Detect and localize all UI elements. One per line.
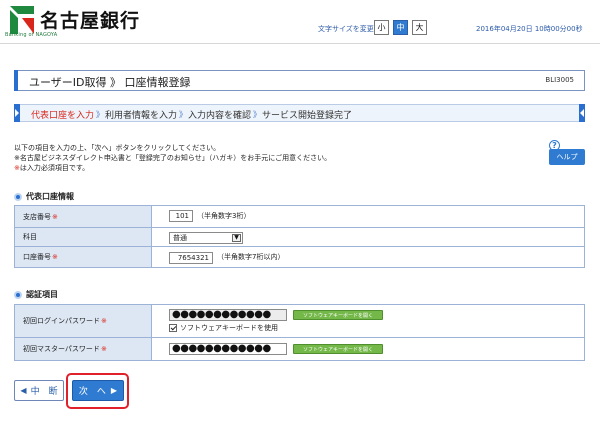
branch-value-cell: 101 （半角数字3桁） [153, 206, 584, 227]
subject-value-cell: 普通 ▼ [153, 228, 584, 246]
required-mark: ※ [52, 212, 58, 221]
chevron-down-icon[interactable]: ▼ [232, 234, 241, 242]
font-size-small-button[interactable]: 小 [374, 20, 389, 35]
branch-label: 支店番号 [23, 212, 51, 221]
account-section-title: 代表口座情報 [26, 192, 74, 201]
interrupt-button[interactable]: ◀ 中 断 [14, 380, 64, 401]
master-software-keyboard-button[interactable]: ソフトウェアキーボードを開く [293, 344, 383, 354]
chevron-left-icon: ◀ [20, 386, 27, 395]
required-mark: ※ [52, 253, 58, 261]
branch-hint: （半角数字3桁） [197, 212, 251, 220]
software-keyboard-checkbox[interactable]: ソフトウェアキーボードを使用 [169, 323, 278, 333]
account-number-row: 口座番号 ※ 7654321 （半角数字7桁以内） [15, 246, 584, 267]
subject-row: 科目 普通 ▼ [15, 227, 584, 246]
account-info-table: 支店番号 ※ 101 （半角数字3桁） 科目 普通 ▼ 口座番号 ※ 7654321… [14, 205, 585, 268]
step-3: 入力内容を確認 [188, 111, 252, 121]
login-password-input[interactable]: ●●●●●●●●●●●● [169, 309, 287, 321]
master-password-row: 初回マスターパスワード ※ ●●●●●●●●●●●● ソフトウェアキーボードを開く [15, 337, 584, 360]
login-password-label: 初回ログインパスワード [23, 317, 100, 325]
master-password-label: 初回マスターパスワード [23, 345, 100, 353]
steps-row: 代表口座を入力 》 利用者情報を入力 》 入力内容を確認 》 サービス開始登録完… [31, 108, 352, 121]
step-4: サービス開始登録完了 [262, 111, 353, 121]
font-size-medium-button[interactable]: 中 [393, 20, 408, 35]
account-number-hint: （半角数字7桁以内） [217, 253, 285, 261]
account-type-select[interactable]: 普通 ▼ [169, 232, 243, 244]
branch-number-input[interactable]: 101 [169, 210, 193, 222]
auth-info-table: 初回ログインパスワード ※ ●●●●●●●●●●●● ソフトウェアキーボードを開く… [14, 304, 585, 361]
required-mark: ※ [100, 345, 107, 353]
progress-steps: 代表口座を入力 》 利用者情報を入力 》 入力内容を確認 》 サービス開始登録完… [14, 104, 585, 122]
bank-name: 名古屋銀行 [40, 10, 141, 32]
next-button[interactable]: 次 へ ▶ [72, 380, 124, 401]
software-keyboard-checkbox-label: ソフトウェアキーボードを使用 [180, 324, 278, 332]
chevron-right-icon: ▶ [110, 386, 118, 395]
auth-section-title: 認証項目 [26, 290, 58, 299]
branch-row: 支店番号 ※ 101 （半角数字3桁） [15, 206, 584, 227]
page-title-bar: ユーザーID取得 》 口座情報登録 BLI3005 [14, 70, 585, 91]
interrupt-button-label: 中 断 [30, 387, 58, 397]
step-separator: 》 [253, 110, 261, 119]
master-password-label-cell: 初回マスターパスワード ※ [15, 338, 152, 360]
font-size-label: 文字サイズを変更 [318, 25, 374, 33]
section-bullet-icon [14, 192, 22, 201]
account-section-heading: 代表口座情報 [14, 191, 74, 202]
login-password-value-cell: ●●●●●●●●●●●● ソフトウェアキーボードを開く ソフトウェアキーボードを… [153, 305, 584, 337]
app-header: Banking of NAGOYA 名古屋銀行 文字サイズを変更 小 中 大 2… [0, 0, 600, 44]
current-datetime: 2016年04月20日 10時00分00秒 [476, 25, 583, 33]
page-title: ユーザーID取得 》 口座情報登録 [29, 76, 191, 89]
subject-label-cell: 科目 [15, 228, 152, 246]
step-1: 代表口座を入力 [31, 111, 95, 121]
next-button-label: 次 へ [78, 387, 106, 397]
step-2: 利用者情報を入力 [105, 111, 178, 121]
instruction-line-3: ※は入力必須項目です。 [14, 163, 331, 173]
help-button[interactable]: ヘルプ [549, 149, 585, 165]
auth-section-heading: 認証項目 [14, 289, 58, 300]
master-password-input[interactable]: ●●●●●●●●●●●● [169, 343, 287, 355]
screen-id: BLI3005 [545, 76, 574, 84]
checkbox-checked-icon[interactable] [169, 324, 177, 332]
branch-label-cell: 支店番号 ※ [15, 206, 152, 227]
login-password-label-cell: 初回ログインパスワード ※ [15, 305, 152, 337]
step-separator: 》 [96, 110, 104, 119]
login-password-row: 初回ログインパスワード ※ ●●●●●●●●●●●● ソフトウェアキーボードを開く… [15, 305, 584, 337]
instruction-line-3-text: は入力必須項目です。 [19, 164, 90, 172]
account-number-label-cell: 口座番号 ※ [15, 247, 152, 267]
account-number-value-cell: 7654321 （半角数字7桁以内） [153, 247, 584, 267]
required-mark: ※ [101, 317, 107, 325]
help-widget[interactable]: ? ヘルプ [549, 140, 585, 166]
account-number-input[interactable]: 7654321 [169, 252, 213, 264]
login-software-keyboard-button[interactable]: ソフトウェアキーボードを開く [293, 310, 383, 320]
instruction-line-1: 以下の項目を入力の上、「次へ」ボタンをクリックしてください。 [14, 144, 221, 152]
font-size-large-button[interactable]: 大 [412, 20, 427, 35]
bank-logo-subtitle: Banking of NAGOYA [5, 32, 58, 38]
account-type-value: 普通 [173, 234, 187, 242]
step-separator: 》 [179, 110, 187, 119]
instruction-line-2: ※名古屋ビジネスダイレクト申込書と「登録完了のお知らせ」（ハガキ）をお手元にご用… [14, 154, 332, 162]
account-number-label: 口座番号 [23, 253, 51, 261]
title-accent [14, 70, 18, 91]
steps-right-cap [579, 104, 585, 122]
master-password-value-cell: ●●●●●●●●●●●● ソフトウェアキーボードを開く [153, 338, 584, 360]
section-bullet-icon [14, 290, 22, 299]
subject-label: 科目 [23, 233, 37, 241]
steps-left-cap [14, 104, 20, 122]
instructions: 以下の項目を入力の上、「次へ」ボタンをクリックしてください。 ※名古屋ビジネスダ… [14, 143, 331, 173]
